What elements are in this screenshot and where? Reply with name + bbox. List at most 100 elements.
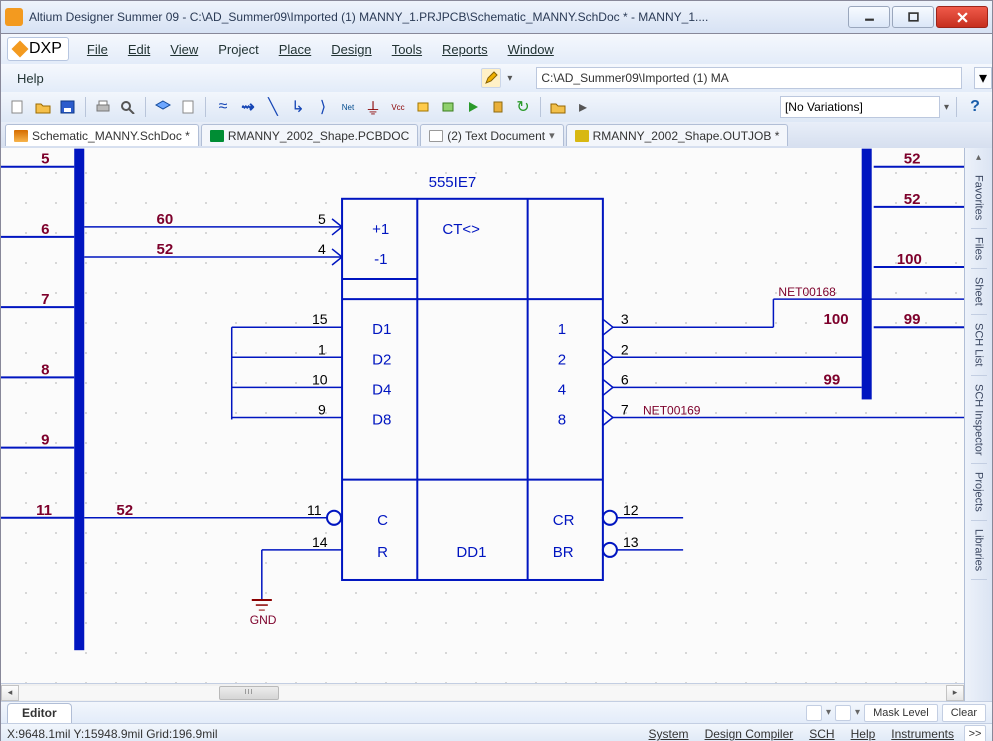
link-help[interactable]: Help [845, 725, 882, 741]
tab-outjob[interactable]: RMANNY_2002_Shape.OUTJOB * [566, 124, 789, 146]
hscroll-thumb[interactable]: III [219, 686, 279, 700]
svg-text:7: 7 [621, 401, 629, 417]
svg-text:13: 13 [623, 534, 639, 550]
svg-text:8: 8 [41, 361, 49, 378]
svg-text:99: 99 [824, 371, 841, 388]
vcc-icon[interactable]: Vcc [387, 96, 409, 118]
menu-reports[interactable]: Reports [432, 39, 498, 60]
svg-text:GND: GND [250, 613, 277, 627]
menu-window[interactable]: Window [498, 39, 564, 60]
svg-text:6: 6 [621, 371, 629, 387]
preview-icon[interactable] [117, 96, 139, 118]
svg-text:+1: +1 [372, 221, 389, 238]
open-icon[interactable] [32, 96, 54, 118]
folder-arrow-icon[interactable]: ▸ [572, 96, 594, 118]
menu-design[interactable]: Design [321, 39, 381, 60]
svg-text:D8: D8 [372, 412, 391, 429]
bus-icon[interactable]: ⇝ [237, 96, 259, 118]
print-icon[interactable] [92, 96, 114, 118]
right-side-panel: ▴ Favorites Files Sheet SCH List SCH Ins… [964, 148, 992, 701]
svg-text:D4: D4 [372, 381, 391, 398]
document-path-field[interactable]: C:\AD_Summer09\Imported (1) MA [536, 67, 962, 89]
window-title: Altium Designer Summer 09 - C:\AD_Summer… [29, 10, 848, 24]
path-dropdown-button[interactable]: ▾ [974, 67, 992, 89]
hscroll-right-button[interactable]: ▸ [946, 685, 964, 701]
sidetab-sheet[interactable]: Sheet [971, 269, 987, 315]
menu-view[interactable]: View [160, 39, 208, 60]
svg-text:15: 15 [312, 311, 328, 327]
tab-schematic[interactable]: Schematic_MANNY.SchDoc * [5, 124, 199, 146]
menu-tools[interactable]: Tools [382, 39, 432, 60]
svg-text:R: R [377, 544, 388, 561]
link-sch[interactable]: SCH [803, 725, 840, 741]
sidetab-favorites[interactable]: Favorites [971, 167, 987, 229]
svg-text:10: 10 [312, 371, 328, 387]
schematic-canvas[interactable]: 5 6 7 8 9 11 60 5 52 4 15 [1, 148, 964, 701]
menu-help[interactable]: Help [7, 68, 54, 89]
filter-icon[interactable] [835, 705, 851, 721]
svg-text:12: 12 [623, 502, 639, 518]
sheet-icon[interactable] [177, 96, 199, 118]
component-icon[interactable] [487, 96, 509, 118]
help-icon[interactable]: ? [964, 96, 986, 118]
horizontal-scrollbar[interactable]: ◂ III ▸ [1, 683, 964, 701]
close-button[interactable] [936, 6, 988, 28]
sidetab-schlist[interactable]: SCH List [971, 315, 987, 375]
editor-tab[interactable]: Editor [7, 703, 72, 723]
save-icon[interactable] [57, 96, 79, 118]
menu-place[interactable]: Place [269, 39, 322, 60]
hscroll-track[interactable]: III [19, 686, 946, 700]
tab-text[interactable]: (2) Text Document ▾ [420, 124, 563, 146]
text-doc-icon [429, 130, 443, 142]
play-icon[interactable] [462, 96, 484, 118]
new-doc-icon[interactable] [7, 96, 29, 118]
svg-text:5: 5 [318, 211, 326, 227]
maximize-button[interactable] [892, 6, 934, 28]
minimize-button[interactable] [848, 6, 890, 28]
svg-text:99: 99 [904, 311, 921, 328]
menu-file[interactable]: File [77, 39, 118, 60]
more-panels-button[interactable]: >> [964, 725, 986, 741]
variations-select[interactable]: [No Variations] [780, 96, 940, 118]
menu-project[interactable]: Project [208, 39, 268, 60]
hscroll-left-button[interactable]: ◂ [1, 685, 19, 701]
link-design-compiler[interactable]: Design Compiler [699, 725, 800, 741]
netlabel-icon[interactable]: ↳ [287, 96, 309, 118]
pencil-tool-icon[interactable] [481, 68, 501, 88]
svg-text:52: 52 [156, 241, 173, 258]
svg-text:60: 60 [156, 211, 173, 228]
layers-icon[interactable] [152, 96, 174, 118]
svg-text:8: 8 [558, 412, 566, 429]
svg-text:2: 2 [558, 351, 566, 368]
svg-text:CR: CR [553, 512, 575, 529]
clear-button[interactable]: Clear [942, 704, 986, 722]
part-icon[interactable] [412, 96, 434, 118]
sheetsymbol-icon[interactable] [437, 96, 459, 118]
left-bus [74, 149, 84, 651]
eyedropper-icon[interactable] [806, 705, 822, 721]
link-instruments[interactable]: Instruments [885, 725, 960, 741]
update-icon[interactable]: ↻ [512, 96, 534, 118]
sidetab-files[interactable]: Files [971, 229, 987, 269]
svg-text:100: 100 [897, 251, 922, 268]
menu-edit[interactable]: Edit [118, 39, 160, 60]
mask-level-button[interactable]: Mask Level [864, 704, 938, 722]
svg-text:9: 9 [41, 432, 49, 449]
port-icon[interactable]: ⟩ [312, 96, 334, 118]
wire-icon[interactable]: ≈ [212, 96, 234, 118]
tab-pcb[interactable]: RMANNY_2002_Shape.PCBDOC [201, 124, 418, 146]
svg-text:100: 100 [824, 311, 849, 328]
dxp-menu[interactable]: DXP [7, 37, 69, 61]
svg-text:52: 52 [904, 151, 921, 168]
sidetab-schinspector[interactable]: SCH Inspector [971, 376, 987, 465]
sidetab-libraries[interactable]: Libraries [971, 521, 987, 580]
folder-icon[interactable] [547, 96, 569, 118]
busentry-icon[interactable]: ╲ [262, 96, 284, 118]
link-system[interactable]: System [643, 725, 695, 741]
svg-text:1: 1 [558, 321, 566, 338]
sidepanel-scroll-up[interactable]: ▴ [976, 148, 981, 167]
sidetab-projects[interactable]: Projects [971, 464, 987, 521]
titlebar: Altium Designer Summer 09 - C:\AD_Summer… [0, 0, 993, 34]
gnd-icon[interactable]: ⏚ [362, 96, 384, 118]
net-tool-icon[interactable]: Net [337, 96, 359, 118]
